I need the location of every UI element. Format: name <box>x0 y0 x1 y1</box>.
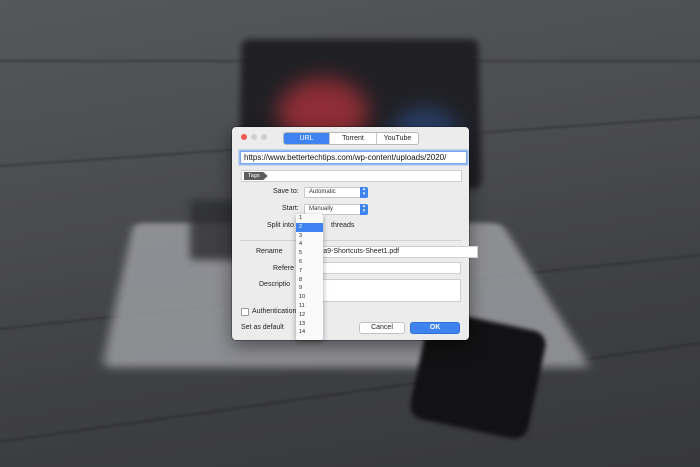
tab-youtube[interactable]: YouTube <box>376 133 418 144</box>
rename-input[interactable]: ora9-Shortcuts-Sheet1.pdf <box>296 246 478 258</box>
new-download-dialog: URL Torrent YouTube https://www.betterte… <box>232 127 478 340</box>
thread-option-8[interactable]: 8 <box>296 276 323 285</box>
split-into-label: Split into <box>267 222 294 229</box>
tab-torrent[interactable]: Torrent <box>329 133 376 144</box>
section-divider <box>240 240 461 241</box>
source-type-tabs: URL Torrent YouTube <box>283 132 419 145</box>
tab-url[interactable]: URL <box>284 133 329 144</box>
thread-option-12[interactable]: 12 <box>296 311 323 320</box>
rename-label: Rename <box>256 248 283 255</box>
tags-input[interactable]: Tags <box>241 170 462 182</box>
threads-dropdown-list: 1 2 3 4 5 6 7 8 9 10 11 12 13 14 <box>296 214 323 340</box>
rename-value: ora9-Shortcuts-Sheet1.pdf <box>317 248 400 255</box>
ok-button[interactable]: OK <box>410 322 460 334</box>
thread-option-14[interactable]: 14 <box>296 328 323 337</box>
threads-label: threads <box>331 222 355 229</box>
save-to-label: Save to: <box>273 188 299 195</box>
select-arrows-icon: ▴ ▾ <box>360 204 368 215</box>
start-label: Start: <box>282 205 299 212</box>
select-arrows-icon: ▴ ▾ <box>360 187 368 198</box>
thread-option-6[interactable]: 6 <box>296 258 323 267</box>
cancel-button[interactable]: Cancel <box>359 322 405 334</box>
minimize-window-icon[interactable] <box>251 134 257 140</box>
url-input[interactable]: https://www.bettertechtips.com/wp-conten… <box>240 151 467 164</box>
thread-option-1[interactable]: 1 <box>296 214 323 223</box>
referer-label: Refere <box>273 265 295 272</box>
thread-option-13[interactable]: 13 <box>296 320 323 329</box>
thread-option-4[interactable]: 4 <box>296 240 323 249</box>
thread-option-10[interactable]: 10 <box>296 293 323 302</box>
save-to-value: Automatic <box>309 189 336 195</box>
thread-option-5[interactable]: 5 <box>296 249 323 258</box>
thread-option-9[interactable]: 9 <box>296 284 323 293</box>
thread-option-11[interactable]: 11 <box>296 302 323 311</box>
authentication-checkbox[interactable] <box>241 308 249 316</box>
save-to-select[interactable]: Automatic ▴ ▾ <box>304 187 368 198</box>
start-value: Manually <box>309 206 334 212</box>
thread-option-3[interactable]: 3 <box>296 232 323 241</box>
tags-chip: Tags <box>244 172 268 180</box>
close-window-icon[interactable] <box>241 134 247 140</box>
description-label: Descriptio <box>259 281 291 288</box>
set-as-default-link[interactable]: Set as default <box>241 324 284 331</box>
authentication-label: Authentication <box>252 308 297 315</box>
thread-option-2[interactable]: 2 <box>296 222 323 232</box>
thread-option-7[interactable]: 7 <box>296 267 323 276</box>
maximize-window-icon[interactable] <box>261 134 267 140</box>
